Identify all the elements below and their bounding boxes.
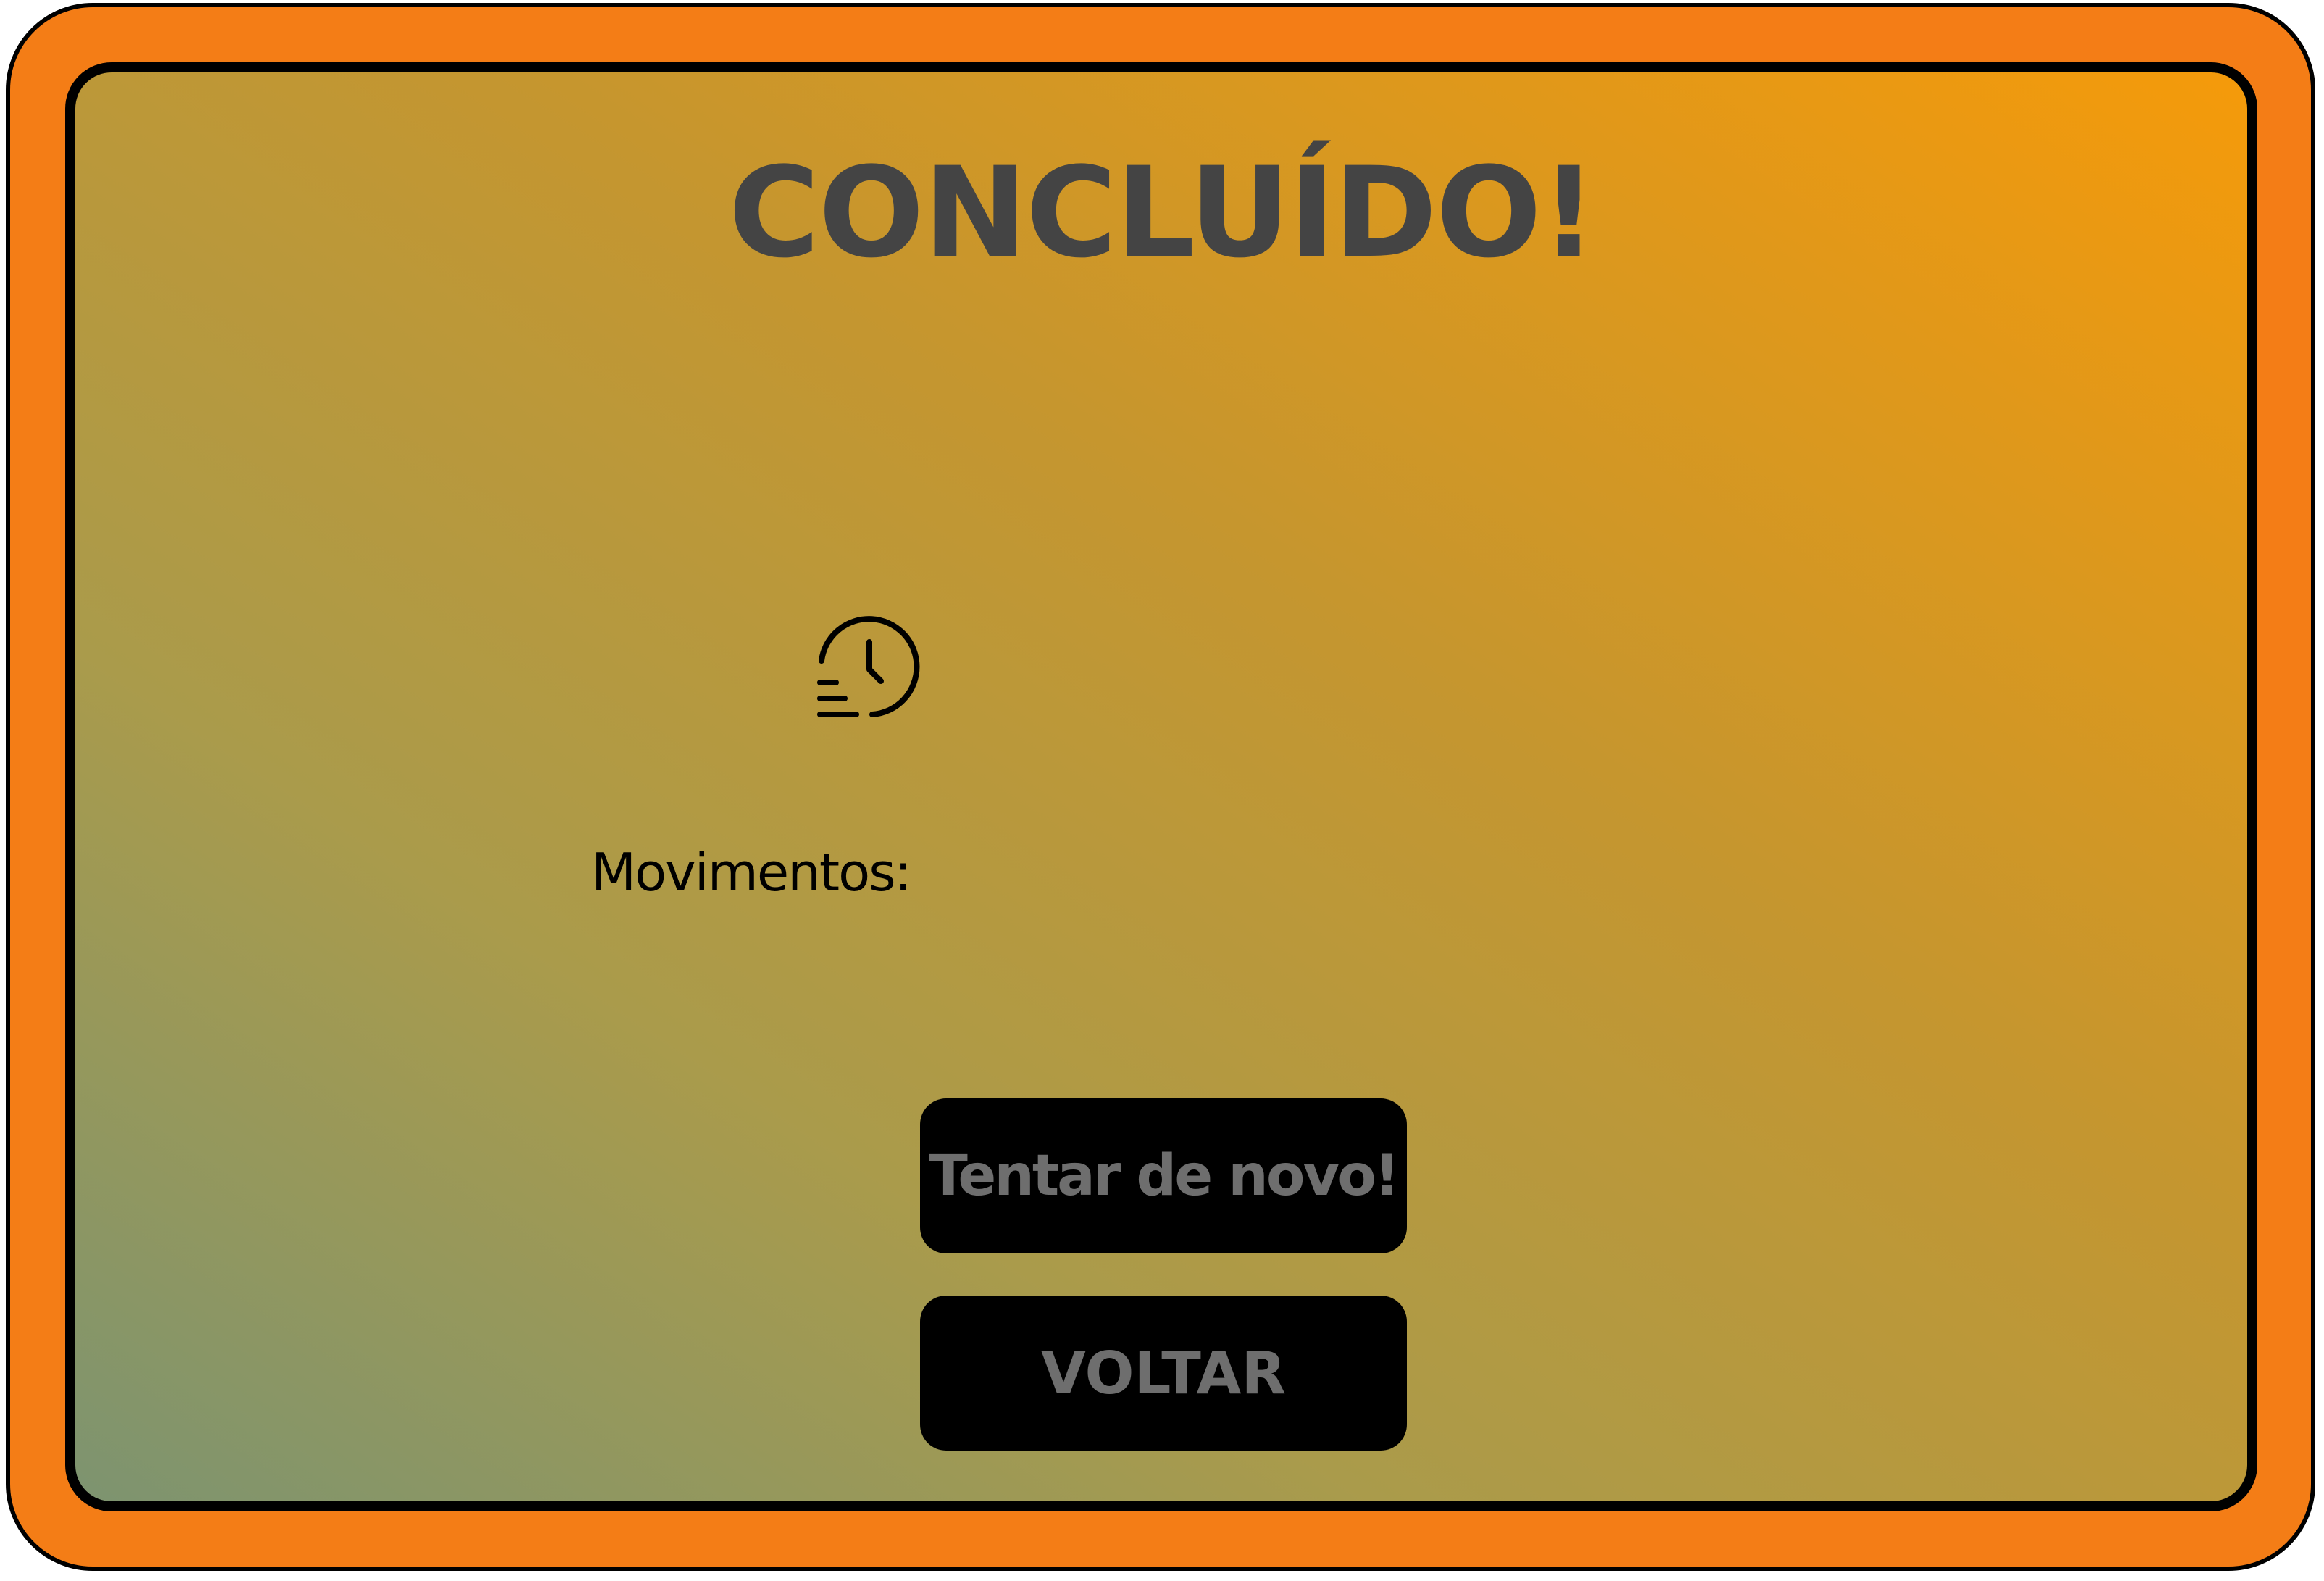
- back-button[interactable]: VOLTAR: [920, 1296, 1407, 1451]
- page-title: CONCLUÍDO!: [728, 140, 1597, 285]
- history-clock-icon: [817, 616, 920, 717]
- retry-button[interactable]: Tentar de novo!: [920, 1098, 1407, 1253]
- moves-label: Movimentos:: [591, 842, 912, 903]
